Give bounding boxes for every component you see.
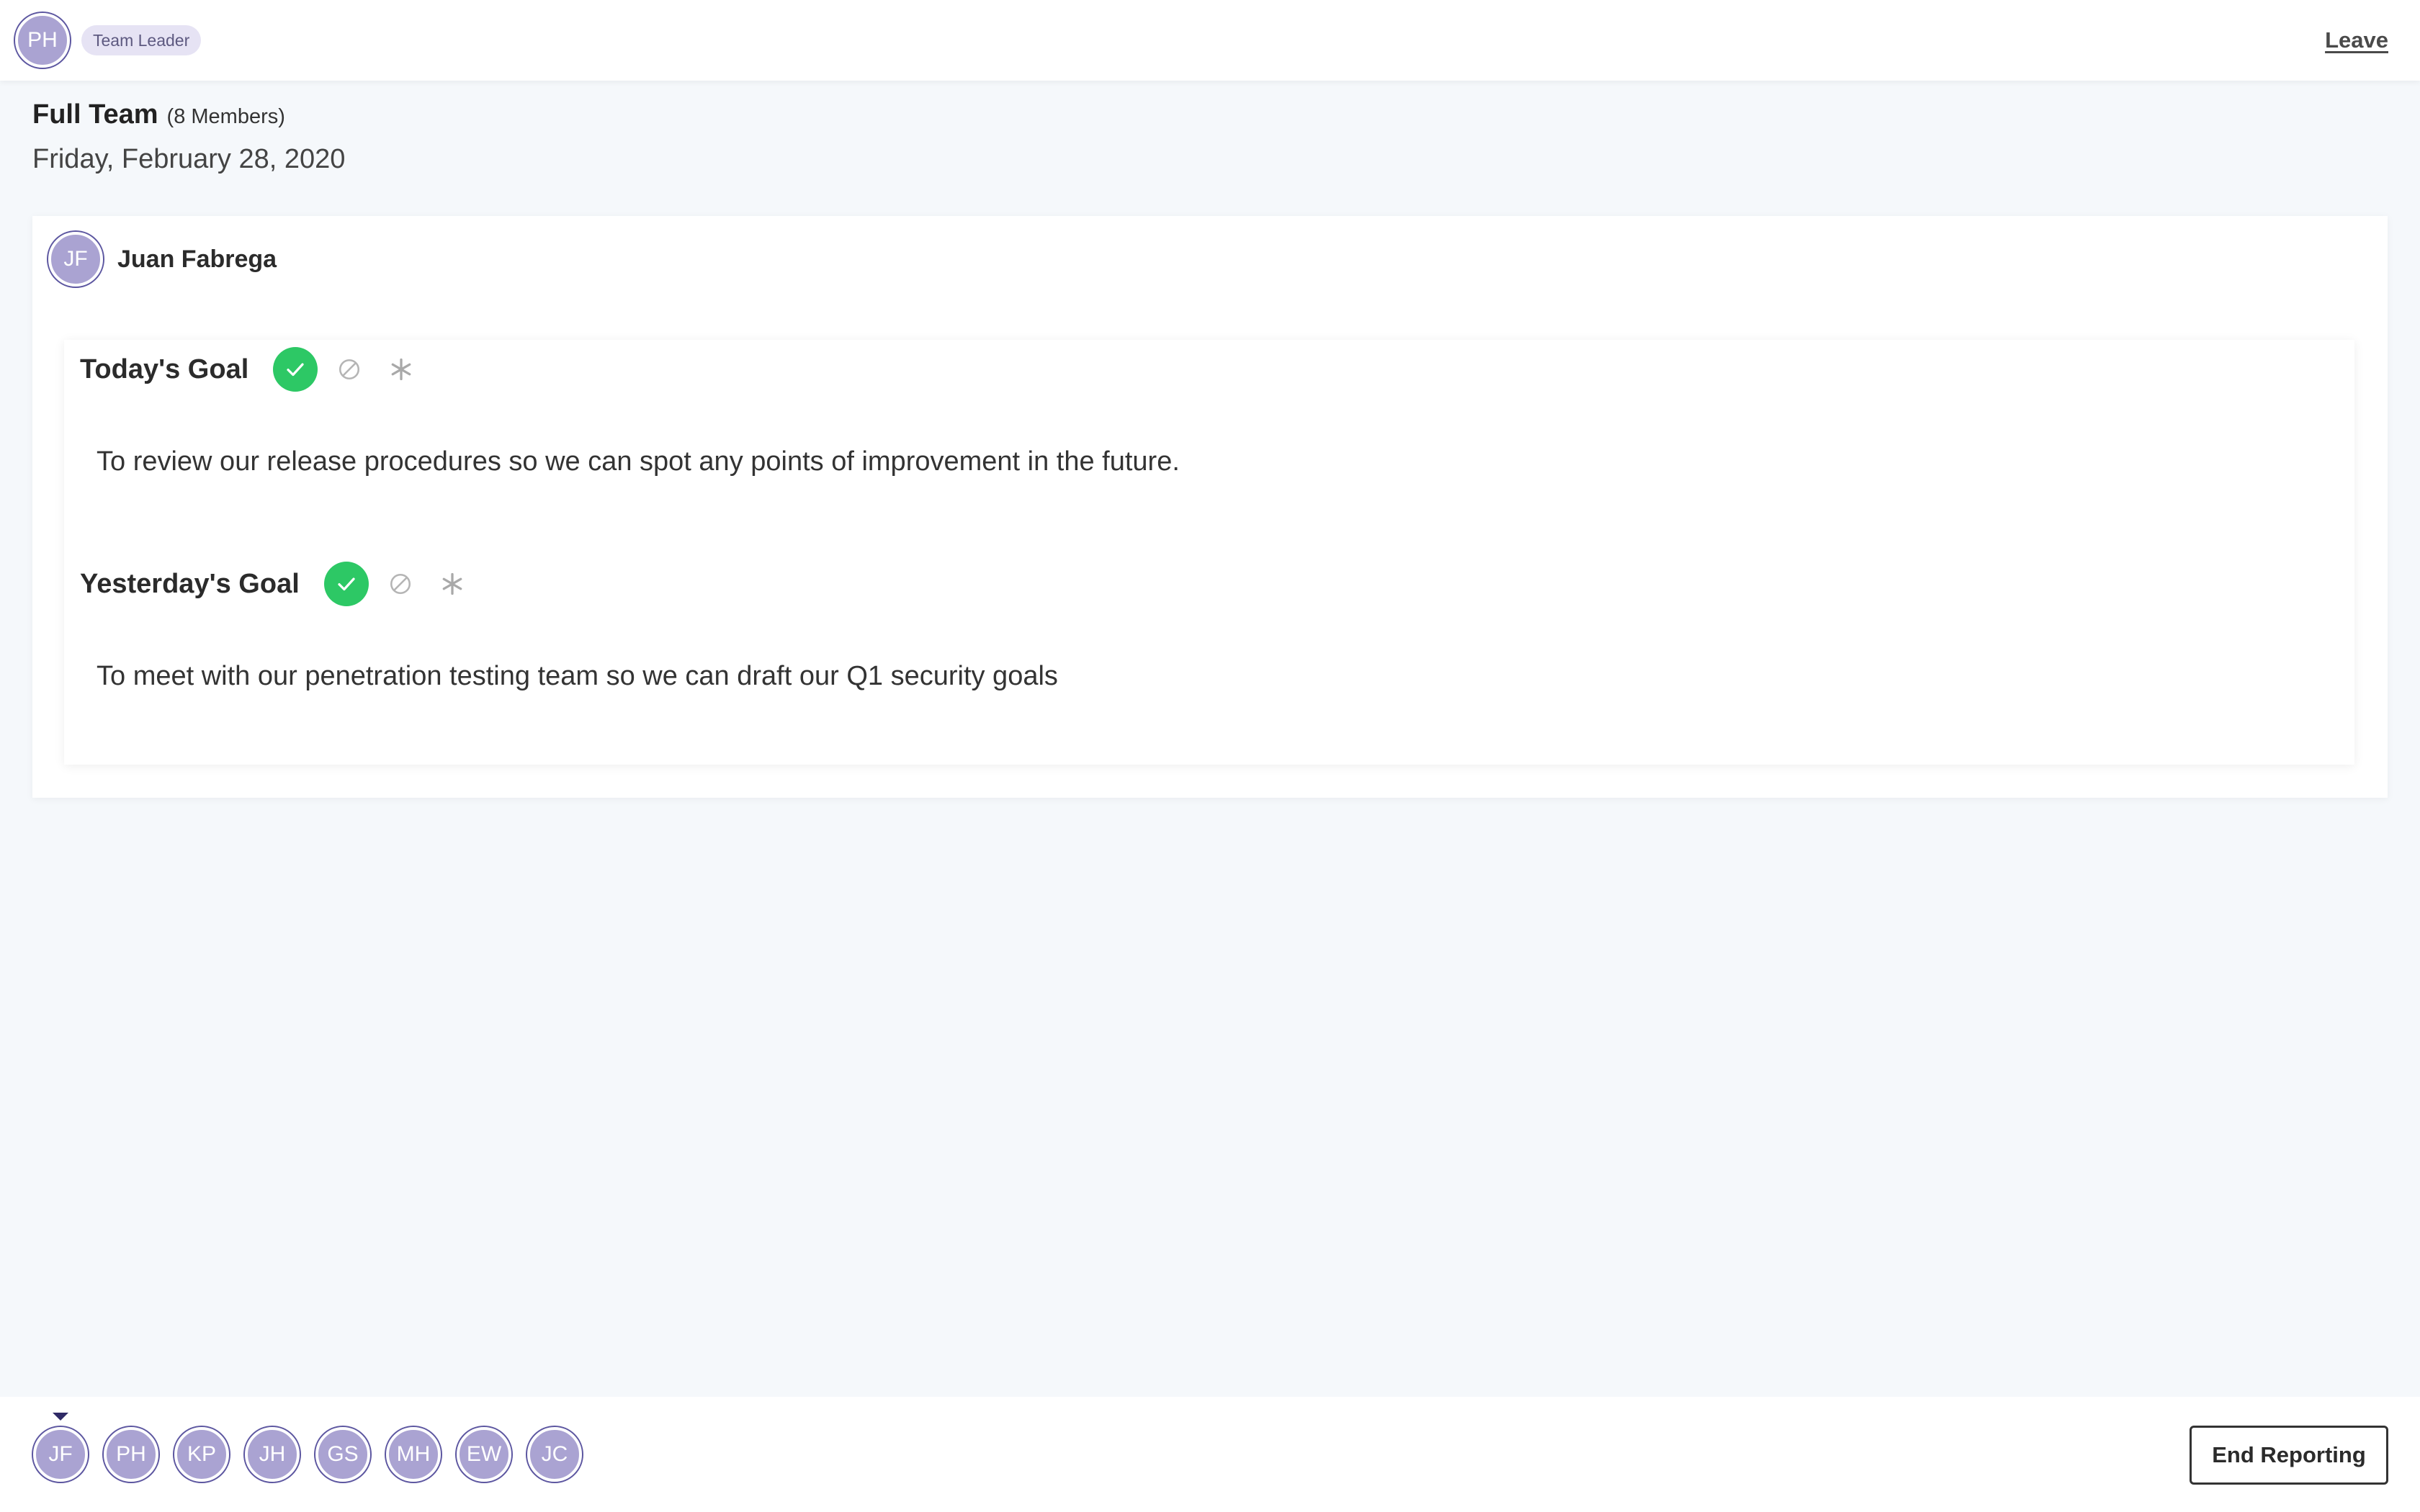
yesterday-goal-title: Yesterday's Goal — [80, 568, 300, 599]
yesterday-other-button[interactable] — [431, 562, 474, 606]
member-avatar-mh[interactable]: MH — [386, 1427, 441, 1482]
member-avatar-gs[interactable]: GS — [315, 1427, 370, 1482]
member-slot: JC — [527, 1427, 582, 1482]
member-report-card: JF Juan Fabrega Today's Goal To review o… — [32, 216, 2388, 798]
today-done-button[interactable] — [273, 347, 318, 392]
yesterday-goal-header: Yesterday's Goal — [80, 562, 474, 606]
team-name: Full Team — [32, 99, 158, 130]
today-goal-text: To review our release procedures so we c… — [97, 446, 1180, 477]
today-goal-header: Today's Goal — [80, 347, 423, 392]
end-reporting-button[interactable]: End Reporting — [2190, 1426, 2388, 1485]
member-avatar-jf[interactable]: JF — [33, 1427, 88, 1482]
member-slot: EW — [457, 1427, 511, 1482]
report-date: Friday, February 28, 2020 — [32, 144, 346, 174]
asterisk-icon — [442, 572, 462, 595]
bottom-bar: JF PH KP JH GS MH EW JC End Reporting — [0, 1397, 2420, 1512]
blocked-icon — [390, 573, 411, 595]
member-avatar-ph[interactable]: PH — [104, 1427, 158, 1482]
yesterday-done-button[interactable] — [323, 562, 369, 606]
current-user-avatar[interactable]: PH — [15, 13, 70, 68]
check-icon — [338, 577, 355, 591]
top-header: PH Team Leader Leave — [0, 0, 2420, 81]
leave-link[interactable]: Leave — [2325, 27, 2388, 53]
member-slot: PH — [104, 1427, 158, 1482]
member-slot: JF — [33, 1413, 88, 1482]
member-avatar-kp[interactable]: KP — [174, 1427, 229, 1482]
asterisk-icon — [391, 358, 411, 381]
yesterday-blocked-button[interactable] — [379, 562, 422, 606]
today-other-button[interactable] — [380, 348, 423, 391]
member-avatar-strip: JF PH KP JH GS MH EW JC — [33, 1413, 598, 1482]
member-slot: GS — [315, 1427, 370, 1482]
member-slot: KP — [174, 1427, 229, 1482]
today-blocked-button[interactable] — [328, 348, 371, 391]
member-avatar: JF — [48, 232, 103, 287]
member-avatar-jc[interactable]: JC — [527, 1427, 582, 1482]
yesterday-goal-text: To meet with our penetration testing tea… — [97, 661, 1058, 691]
team-title: Full Team (8 Members) — [32, 99, 285, 130]
check-icon — [287, 363, 304, 377]
blocked-icon — [339, 359, 360, 380]
role-badge: Team Leader — [81, 25, 202, 55]
member-slot: MH — [386, 1427, 441, 1482]
team-member-count: (8 Members) — [166, 105, 285, 128]
goals-panel: Today's Goal To review our release proce… — [64, 340, 2354, 765]
today-goal-title: Today's Goal — [80, 354, 249, 384]
member-avatar-ew[interactable]: EW — [457, 1427, 511, 1482]
member-name: Juan Fabrega — [117, 245, 277, 273]
member-avatar-jh[interactable]: JH — [245, 1427, 300, 1482]
member-slot: JH — [245, 1427, 300, 1482]
member-header: JF Juan Fabrega — [48, 232, 277, 287]
current-member-caret-icon — [53, 1413, 68, 1421]
